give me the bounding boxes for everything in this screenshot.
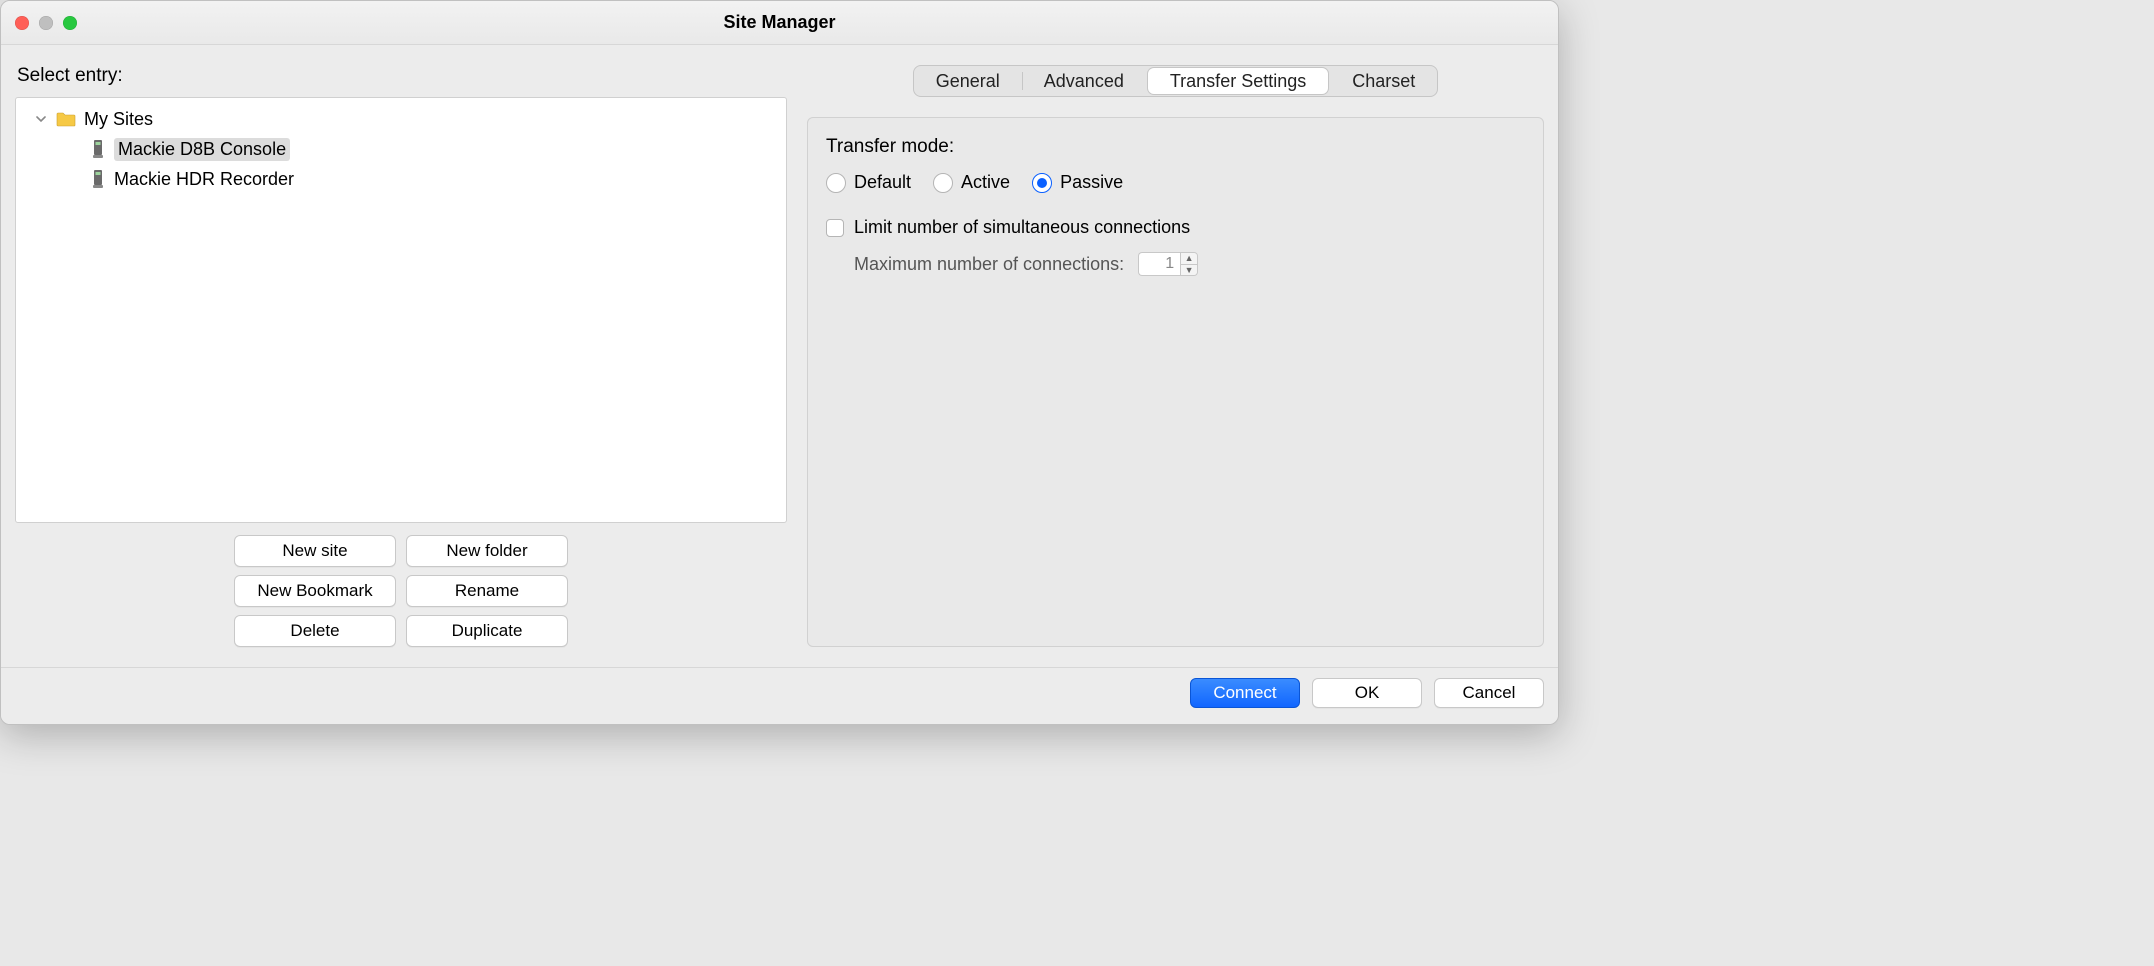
select-entry-label: Select entry: — [17, 65, 787, 87]
transfer-settings-panel: Transfer mode: Default Active Passive — [807, 117, 1544, 647]
stepper-up-icon[interactable]: ▲ — [1181, 253, 1197, 265]
max-connections-stepper[interactable]: ▲ ▼ — [1138, 252, 1198, 276]
transfer-mode-default[interactable]: Default — [826, 172, 911, 193]
tree-item-mackie-d8b-console[interactable]: Mackie D8B Console — [22, 134, 780, 164]
window-title: Site Manager — [723, 12, 835, 33]
tab-charset[interactable]: Charset — [1330, 66, 1437, 96]
radio-icon — [826, 173, 846, 193]
window-minimize-button[interactable] — [39, 16, 53, 30]
traffic-lights — [15, 16, 77, 30]
tree-item-label: Mackie HDR Recorder — [114, 169, 294, 190]
server-icon — [92, 169, 106, 189]
dialog-footer: Connect OK Cancel — [1, 667, 1558, 724]
titlebar: Site Manager — [1, 1, 1558, 45]
tree-root-my-sites[interactable]: My Sites — [22, 104, 780, 134]
site-manager-window: Site Manager Select entry: My Sites — [0, 0, 1559, 725]
left-panel: Select entry: My Sites Mackie D8B Conso — [15, 59, 787, 667]
right-panel: General Advanced Transfer Settings Chars… — [807, 59, 1544, 667]
max-connections-input[interactable] — [1138, 252, 1180, 276]
site-tree[interactable]: My Sites Mackie D8B Console Mackie HDR R… — [15, 97, 787, 523]
ok-button[interactable]: OK — [1312, 678, 1422, 708]
settings-tabbar: General Advanced Transfer Settings Chars… — [913, 65, 1439, 97]
cancel-button[interactable]: Cancel — [1434, 678, 1544, 708]
stepper-down-icon[interactable]: ▼ — [1181, 265, 1197, 276]
connect-button[interactable]: Connect — [1190, 678, 1300, 708]
folder-icon — [56, 111, 76, 127]
checkbox-icon[interactable] — [826, 219, 844, 237]
transfer-mode-active[interactable]: Active — [933, 172, 1010, 193]
tab-general[interactable]: General — [914, 66, 1022, 96]
transfer-mode-radio-group: Default Active Passive — [826, 172, 1525, 193]
limit-connections-checkbox-row[interactable]: Limit number of simultaneous connections — [826, 217, 1525, 238]
tree-root-label: My Sites — [84, 109, 153, 130]
rename-button[interactable]: Rename — [406, 575, 568, 607]
radio-label: Default — [854, 172, 911, 193]
new-site-button[interactable]: New site — [234, 535, 396, 567]
chevron-down-icon[interactable] — [34, 112, 48, 126]
window-zoom-button[interactable] — [63, 16, 77, 30]
transfer-mode-label: Transfer mode: — [826, 136, 1525, 158]
delete-button[interactable]: Delete — [234, 615, 396, 647]
duplicate-button[interactable]: Duplicate — [406, 615, 568, 647]
new-bookmark-button[interactable]: New Bookmark — [234, 575, 396, 607]
tab-transfer-settings[interactable]: Transfer Settings — [1148, 68, 1328, 94]
max-connections-row: Maximum number of connections: ▲ ▼ — [854, 252, 1525, 276]
radio-icon — [933, 173, 953, 193]
radio-label: Passive — [1060, 172, 1123, 193]
stepper-buttons: ▲ ▼ — [1180, 252, 1198, 276]
limit-connections-label: Limit number of simultaneous connections — [854, 217, 1190, 238]
max-connections-label: Maximum number of connections: — [854, 254, 1124, 275]
tab-advanced[interactable]: Advanced — [1022, 66, 1146, 96]
radio-icon — [1032, 173, 1052, 193]
site-action-buttons: New site New folder New Bookmark Rename … — [234, 535, 568, 647]
server-icon — [92, 139, 106, 159]
new-folder-button[interactable]: New folder — [406, 535, 568, 567]
transfer-mode-passive[interactable]: Passive — [1032, 172, 1123, 193]
tree-item-label: Mackie D8B Console — [114, 138, 290, 161]
window-close-button[interactable] — [15, 16, 29, 30]
radio-label: Active — [961, 172, 1010, 193]
tree-item-mackie-hdr-recorder[interactable]: Mackie HDR Recorder — [22, 164, 780, 194]
